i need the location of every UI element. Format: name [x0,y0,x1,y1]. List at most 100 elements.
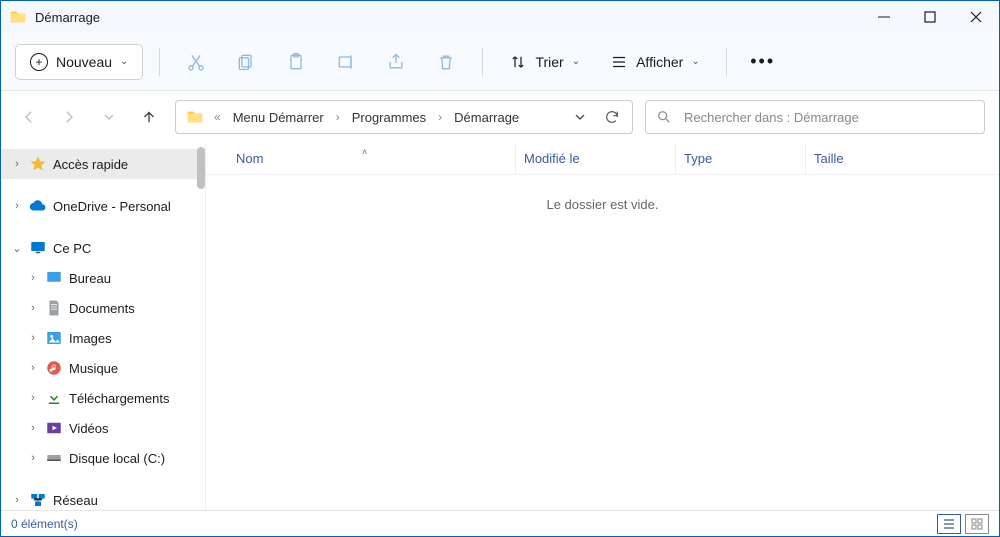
separator [482,48,483,76]
copy-button[interactable] [226,42,266,82]
content-area: Nom ˄ Modifié le Type Taille Le dossier … [206,143,999,510]
spacer [1,179,205,191]
up-button[interactable] [135,103,163,131]
chevron-down-icon: ⌄ [11,242,23,255]
titlebar: Démarrage [1,1,999,33]
chevron-down-icon: ⌄ [120,56,128,67]
window-title: Démarrage [35,10,100,25]
chevron-right-icon: › [27,272,39,284]
sidebar-item-label: Ce PC [53,241,91,256]
chevron-down-icon: ⌄ [572,56,580,67]
breadcrumb-item[interactable]: Menu Démarrer [227,105,330,129]
column-label: Type [684,151,712,166]
sidebar-item-label: Réseau [53,493,98,508]
column-headers: Nom ˄ Modifié le Type Taille [206,143,999,175]
sidebar-item-music[interactable]: › Musique [1,353,205,383]
chevron-right-icon: › [11,200,23,212]
chevron-right-icon: › [27,362,39,374]
address-bar[interactable]: « Menu Démarrer › Programmes › Démarrage [175,100,633,134]
chevron-right-icon: › [11,494,23,506]
view-label: Afficher [636,54,683,70]
paste-button[interactable] [276,42,316,82]
view-button[interactable]: Afficher ⌄ [600,42,710,82]
status-bar: 0 élément(s) [1,510,999,536]
details-view-toggle[interactable] [937,514,961,534]
disk-icon [45,449,63,467]
rename-button[interactable] [326,42,366,82]
column-label: Nom [236,151,263,166]
chevron-right-icon: › [27,392,39,404]
cut-button[interactable] [176,42,216,82]
chevron-right-icon: › [436,110,444,124]
spacer [1,473,205,485]
sidebar-item-documents[interactable]: › Documents [1,293,205,323]
sidebar-item-local-disk[interactable]: › Disque local (C:) [1,443,205,473]
column-header-size[interactable]: Taille [806,143,906,174]
delete-button[interactable] [426,42,466,82]
address-row: « Menu Démarrer › Programmes › Démarrage [1,91,999,143]
new-button[interactable]: + Nouveau ⌄ [15,44,143,80]
sort-label: Trier [535,54,563,70]
item-count: 0 élément(s) [11,517,78,531]
minimize-button[interactable] [861,1,907,33]
chevron-left-icon: « [212,110,223,124]
search-box[interactable] [645,100,985,134]
sidebar-item-this-pc[interactable]: ⌄ Ce PC [1,233,205,263]
breadcrumb-item[interactable]: Démarrage [448,105,525,129]
document-icon [45,299,63,317]
sort-asc-icon: ˄ [362,147,367,157]
sidebar-item-label: Téléchargements [69,391,169,406]
overflow-button[interactable]: ••• [743,42,783,82]
column-header-modified[interactable]: Modifié le [516,143,676,174]
body: › Accès rapide › OneDrive - Personal ⌄ C… [1,143,999,510]
sidebar-item-label: Documents [69,301,135,316]
spacer [1,221,205,233]
recent-locations-button[interactable] [95,103,123,131]
sidebar-item-desktop[interactable]: › Bureau [1,263,205,293]
chevron-right-icon: › [27,302,39,314]
chevron-right-icon: › [27,332,39,344]
chevron-right-icon: › [27,422,39,434]
sidebar-item-network[interactable]: › Réseau [1,485,205,510]
sidebar-item-onedrive[interactable]: › OneDrive - Personal [1,191,205,221]
navigation-pane[interactable]: › Accès rapide › OneDrive - Personal ⌄ C… [1,143,206,510]
sidebar-item-pictures[interactable]: › Images [1,323,205,353]
sidebar-item-quick-access[interactable]: › Accès rapide [1,149,205,179]
sidebar-item-videos[interactable]: › Vidéos [1,413,205,443]
download-icon [45,389,63,407]
new-button-label: Nouveau [56,54,112,70]
video-icon [45,419,63,437]
close-button[interactable] [953,1,999,33]
image-icon [45,329,63,347]
thumbnails-view-toggle[interactable] [965,514,989,534]
monitor-icon [29,239,47,257]
forward-button[interactable] [55,103,83,131]
chevron-down-icon: ⌄ [691,56,699,67]
back-button[interactable] [15,103,43,131]
sidebar-item-label: Accès rapide [53,157,128,172]
address-dropdown-button[interactable] [566,103,594,131]
column-label: Modifié le [524,151,580,166]
refresh-button[interactable] [598,103,626,131]
cloud-icon [29,197,47,215]
breadcrumb-item[interactable]: Programmes [346,105,432,129]
desktop-icon [45,269,63,287]
sidebar-item-label: Bureau [69,271,111,286]
column-header-name[interactable]: Nom ˄ [236,143,516,174]
column-label: Taille [814,151,844,166]
sort-button[interactable]: Trier ⌄ [499,42,590,82]
search-icon [656,109,672,125]
chevron-right-icon: › [11,158,23,170]
search-input[interactable] [682,109,974,126]
sidebar-item-label: Images [69,331,112,346]
maximize-button[interactable] [907,1,953,33]
sidebar-item-label: Disque local (C:) [69,451,165,466]
plus-icon: + [30,53,48,71]
sidebar-item-downloads[interactable]: › Téléchargements [1,383,205,413]
sidebar-item-label: Musique [69,361,118,376]
chevron-right-icon: › [27,452,39,464]
folder-icon [186,108,204,126]
column-header-type[interactable]: Type [676,143,806,174]
share-button[interactable] [376,42,416,82]
star-icon [29,155,47,173]
